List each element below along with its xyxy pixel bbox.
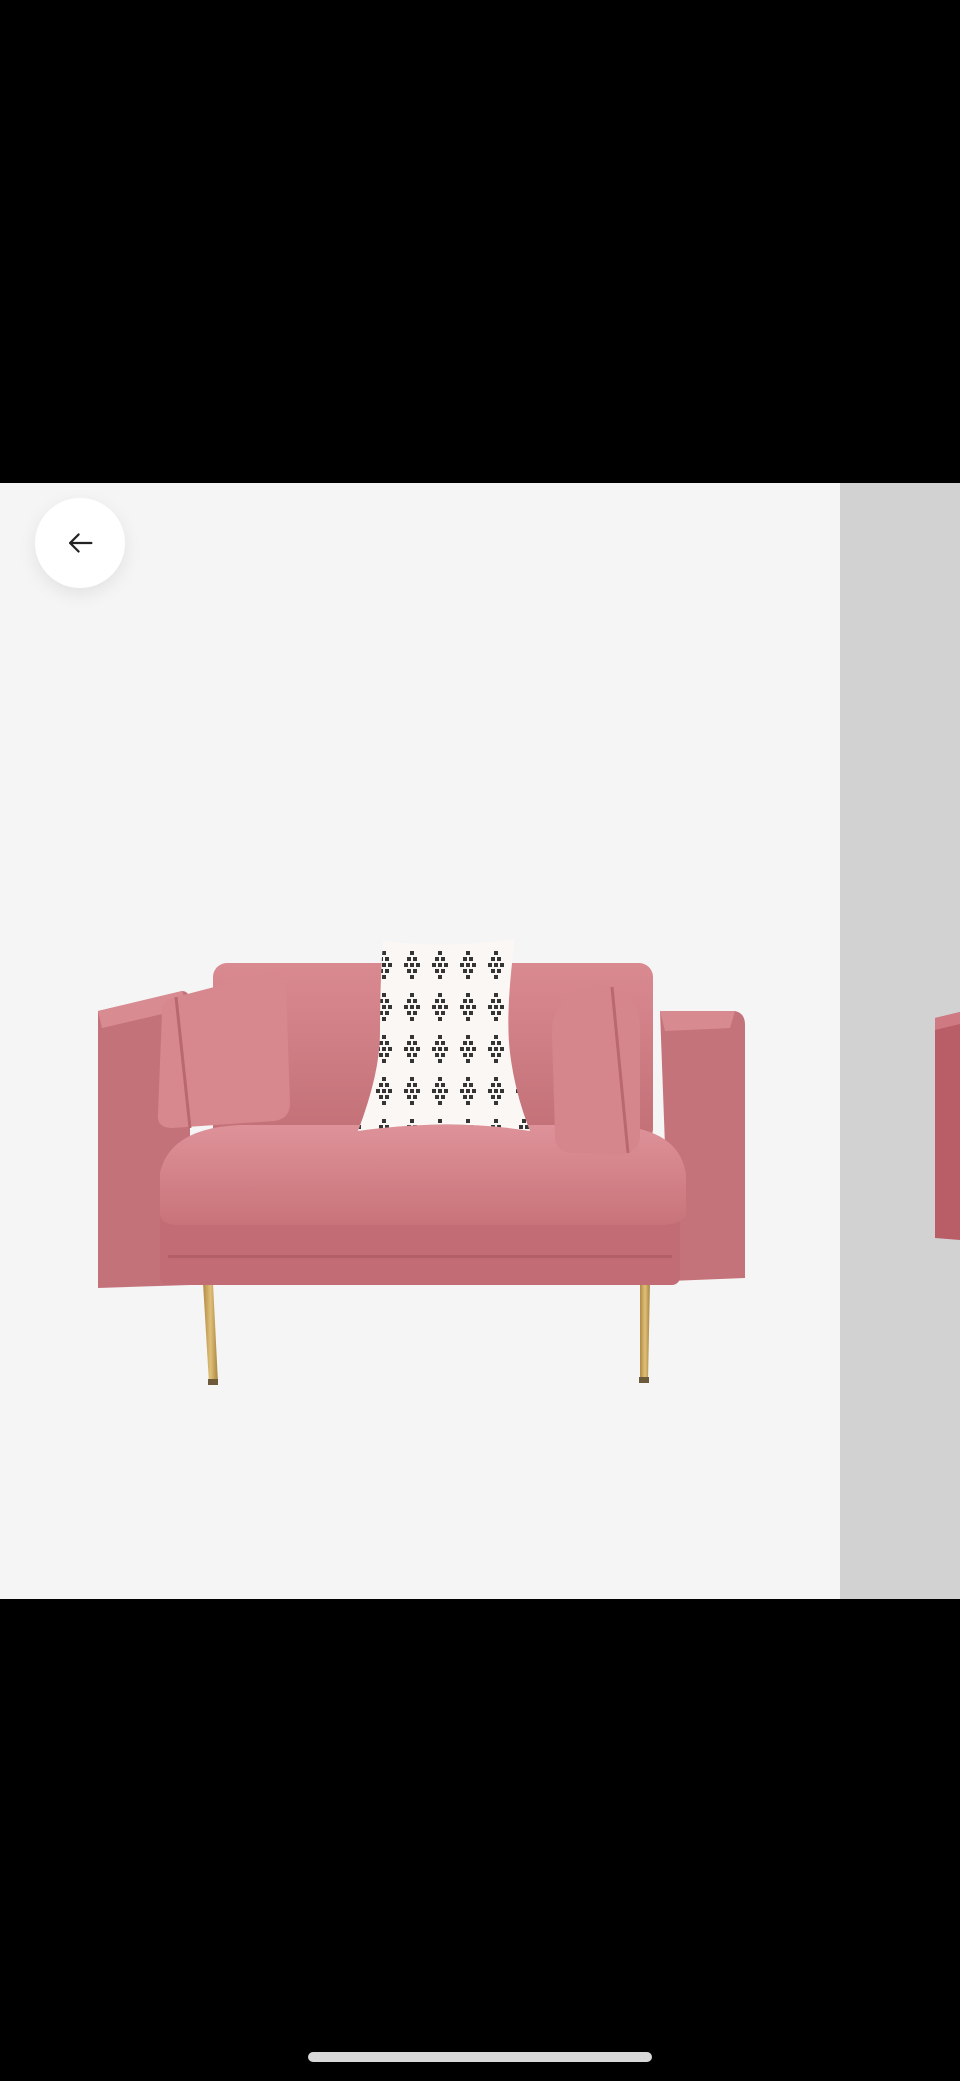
image-viewer[interactable]: Pink velvet armchair with patterned cush… bbox=[0, 483, 960, 1599]
next-image-thumbnail bbox=[935, 1012, 960, 1240]
next-image-alt: Next product image bbox=[840, 483, 841, 484]
next-image-slide[interactable]: Next product image bbox=[840, 483, 960, 1599]
product-image bbox=[98, 939, 745, 1385]
product-image-alt: Pink velvet armchair with patterned cush… bbox=[0, 483, 1, 484]
screen: Pink velvet armchair with patterned cush… bbox=[0, 0, 960, 2081]
home-indicator[interactable] bbox=[308, 2052, 652, 2062]
chair-leg-right bbox=[640, 1281, 650, 1381]
arrow-left-icon bbox=[68, 533, 93, 553]
back-button[interactable] bbox=[35, 498, 125, 588]
product-image-slide: Pink velvet armchair with patterned cush… bbox=[0, 483, 840, 1599]
chair-leg-left bbox=[203, 1283, 218, 1383]
patterned-pillow bbox=[358, 939, 530, 1131]
